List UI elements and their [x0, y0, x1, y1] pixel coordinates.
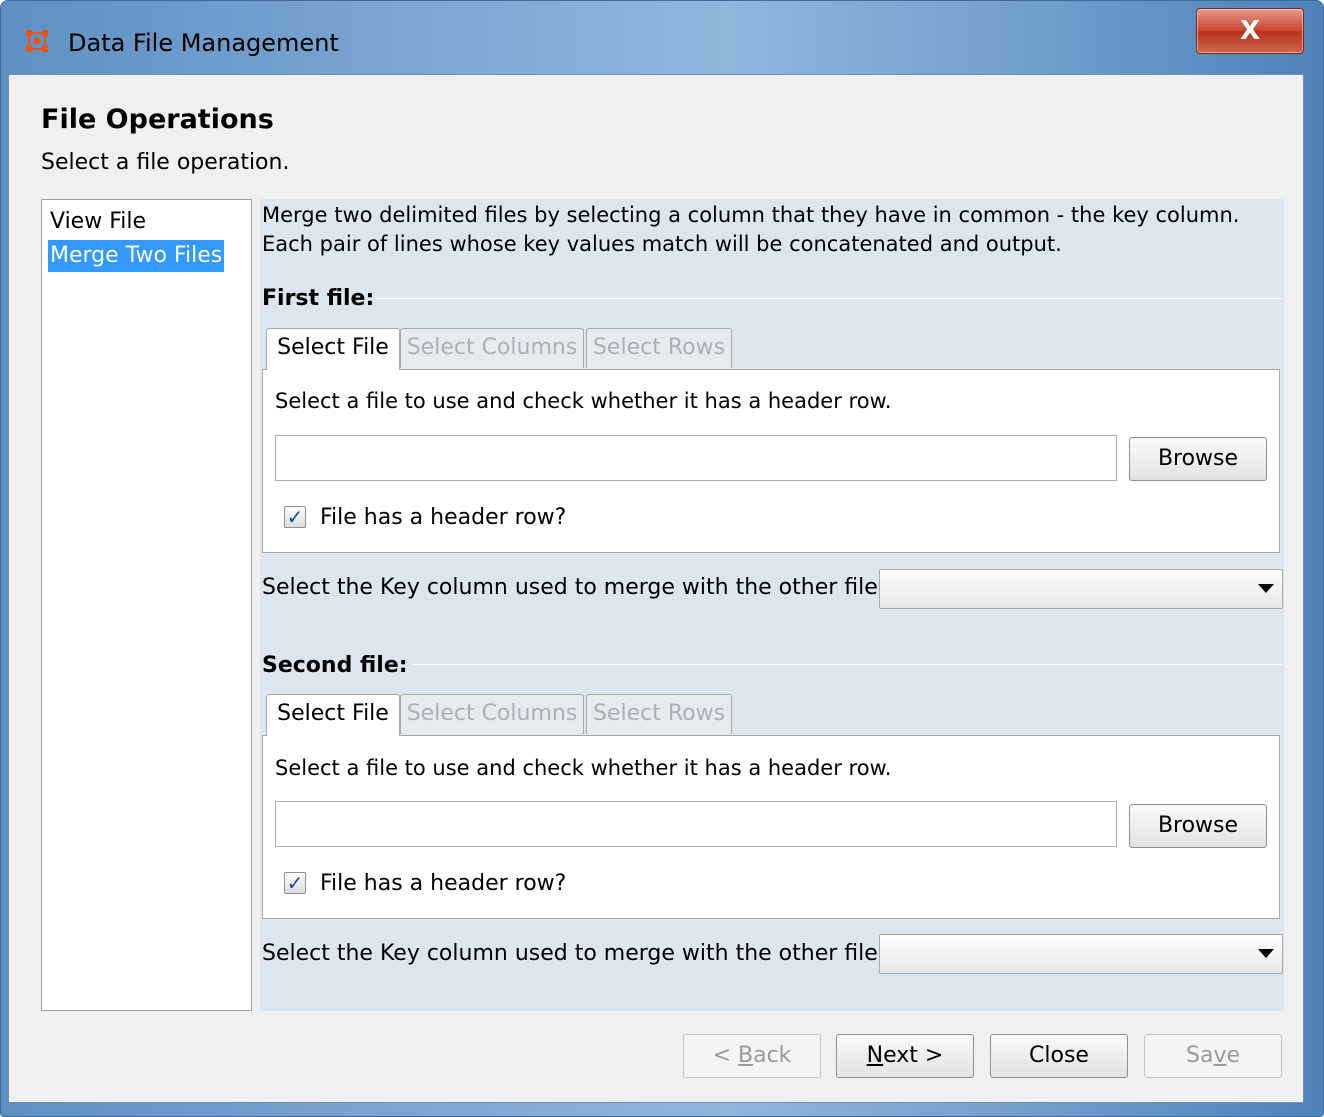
second-file-title: Second file:	[262, 653, 408, 678]
window-title: Data File Management	[68, 29, 339, 57]
back-button-prefix: <	[712, 1043, 738, 1068]
close-button[interactable]: Close	[990, 1034, 1128, 1078]
back-button-rest: ack	[753, 1043, 792, 1068]
second-file-header-label: File has a header row?	[320, 871, 567, 896]
chevron-down-icon	[1258, 584, 1274, 593]
page-title: File Operations	[41, 104, 274, 135]
app-network-icon	[26, 30, 48, 52]
first-file-browse-button[interactable]: Browse	[1129, 437, 1267, 481]
title-bar[interactable]: Data File Management X	[0, 0, 1324, 74]
operation-item-merge-two-files[interactable]: Merge Two Files	[48, 240, 225, 272]
next-button-mnemonic: N	[866, 1043, 884, 1068]
first-file-title: First file:	[262, 286, 375, 311]
second-file-tab-select-rows[interactable]: Select Rows	[586, 694, 732, 734]
first-file-key-dropdown[interactable]	[879, 569, 1283, 609]
second-file-header-checkbox[interactable]: ✓	[284, 872, 306, 894]
first-file-header-checkbox[interactable]: ✓	[284, 506, 306, 528]
back-button-mnemonic: B	[738, 1043, 754, 1068]
second-file-key-label: Select the Key column used to merge with…	[262, 941, 886, 966]
first-file-header-label: File has a header row?	[320, 505, 567, 530]
next-button[interactable]: Next >	[836, 1034, 974, 1078]
second-file-instructions: Select a file to use and check whether i…	[275, 756, 892, 780]
first-file-tab-select-rows[interactable]: Select Rows	[586, 328, 732, 368]
page-subtitle: Select a file operation.	[41, 150, 290, 175]
first-file-instructions: Select a file to use and check whether i…	[275, 389, 892, 413]
back-button[interactable]: < Back	[683, 1034, 821, 1078]
chevron-down-icon	[1258, 949, 1274, 958]
next-button-rest: ext >	[883, 1043, 944, 1068]
second-file-tab-select-file[interactable]: Select File	[266, 694, 400, 736]
second-file-divider	[412, 664, 1282, 665]
second-file-path-input[interactable]	[275, 801, 1117, 847]
first-file-divider	[376, 298, 1282, 299]
merge-description-line2: Each pair of lines whose key values matc…	[262, 232, 1062, 256]
merge-description-line1: Merge two delimited files by selecting a…	[262, 203, 1240, 227]
first-file-tab-select-columns[interactable]: Select Columns	[400, 328, 584, 368]
second-file-key-dropdown[interactable]	[879, 934, 1283, 974]
save-button-mnemonic: v	[1213, 1043, 1227, 1068]
second-file-browse-button[interactable]: Browse	[1129, 804, 1267, 848]
second-file-tabs: Select File Select Columns Select Rows	[262, 694, 1282, 736]
second-file-tab-select-columns[interactable]: Select Columns	[400, 694, 584, 734]
first-file-path-input[interactable]	[275, 435, 1117, 481]
operation-item-view-file[interactable]: View File	[48, 206, 148, 238]
operation-list[interactable]: View File Merge Two Files	[41, 199, 252, 1011]
close-window-button[interactable]: X	[1196, 8, 1304, 54]
save-button-rest: e	[1226, 1043, 1241, 1068]
first-file-tab-select-file[interactable]: Select File	[266, 328, 400, 370]
save-button-prefix: Sa	[1185, 1043, 1214, 1068]
first-file-tabs: Select File Select Columns Select Rows	[262, 328, 1282, 370]
close-icon: X	[1239, 16, 1261, 46]
save-button[interactable]: Save	[1144, 1034, 1282, 1078]
first-file-key-label: Select the Key column used to merge with…	[262, 575, 886, 600]
